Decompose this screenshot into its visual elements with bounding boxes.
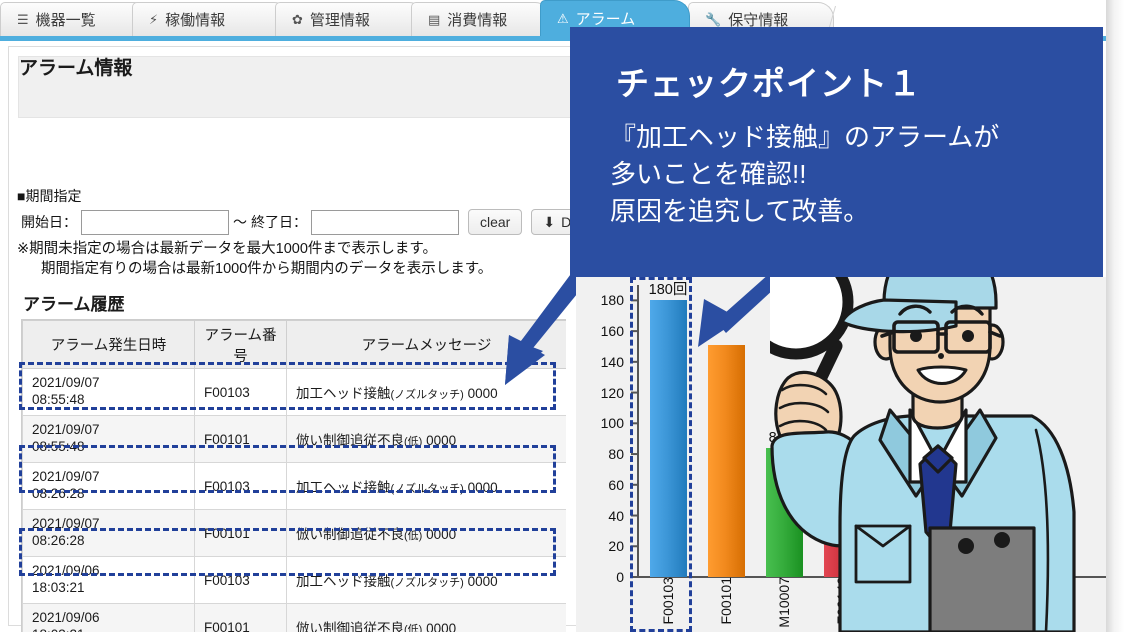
tab-label: 管理情報 xyxy=(309,12,370,29)
y-axis-tick-label: 20 xyxy=(608,538,624,555)
cell-message: 倣い制御追従不良(低) 0000 xyxy=(286,509,566,557)
callout-arrow-to-table xyxy=(505,257,599,385)
table-row[interactable]: 2021/09/0618:03:21F00101倣い制御追従不良(低) 0000 xyxy=(22,603,566,632)
cell-datetime: 2021/09/0618:03:21 xyxy=(22,556,195,604)
wrench-icon: 🔧 xyxy=(705,12,722,27)
x-axis-label: F00103 xyxy=(660,577,676,625)
y-axis: 0 20 40 60 80 100 120 140 160 180 xyxy=(584,277,624,585)
end-date-label: 終了日： xyxy=(251,214,307,230)
table-row[interactable]: 2021/09/07 08:55:48 F00101 倣い制御追従不良(低) 0000 xyxy=(22,415,566,463)
cell-code: F00101 xyxy=(194,415,287,463)
y-axis-tick-label: 40 xyxy=(608,507,624,524)
callout-line-1: 『加工ヘッド接触』のアラームが xyxy=(610,122,1000,152)
y-axis-tick-label: 120 xyxy=(600,384,624,401)
tab-shohi-joho[interactable]: ▤ 消費情報 xyxy=(411,2,551,36)
cell-code: F00103 xyxy=(194,368,287,416)
window-edge-shadow xyxy=(1106,0,1124,632)
start-date-label: 開始日： xyxy=(21,214,77,230)
battery-icon: ▤ xyxy=(428,12,441,27)
y-axis-tick-label: 80 xyxy=(608,446,624,463)
tab-kanri-joho[interactable]: ✿ 管理情報 xyxy=(275,2,425,36)
tab-label: 消費情報 xyxy=(447,12,508,29)
y-axis-tick-label: 0 xyxy=(616,569,624,585)
callout-title: チェックポイント１ xyxy=(616,65,922,102)
tab-label: アラーム xyxy=(575,11,636,28)
end-date-input[interactable] xyxy=(311,209,459,235)
cell-message: 倣い制御追従不良(低) 0000 xyxy=(286,415,566,463)
checkpoint-callout: チェックポイント１ 『加工ヘッド接触』のアラームが 多いことを確認!! 原因を追… xyxy=(570,27,1103,277)
y-axis-tick-label: 60 xyxy=(608,476,624,493)
table-body: 2021/09/07 08:55:48 F00103 加工ヘッド接触(ノズルタッチ) … xyxy=(22,368,566,632)
bolt-icon: ⚡ xyxy=(149,12,159,27)
tab-label: 稼働情報 xyxy=(165,12,226,29)
history-title: アラーム履歴 xyxy=(23,295,125,314)
callout-body: 『加工ヘッド接触』のアラームが 多いことを確認!! 原因を追究して改善。 xyxy=(610,119,1080,230)
cell-code: F00101 xyxy=(194,603,287,632)
tab-label: 機器一覧 xyxy=(35,12,96,29)
column-header-datetime: アラーム発生日時 xyxy=(22,320,195,369)
warning-icon: ⚠ xyxy=(557,11,569,26)
x-axis-label: F00101 xyxy=(718,577,734,625)
cell-message: 倣い制御追従不良(低) 0000 xyxy=(286,603,566,632)
tab-kiki-ichiran[interactable]: ☰ 機器一覧 xyxy=(0,2,150,36)
table-row[interactable]: 2021/09/06 18:03:21 F00103 加工ヘッド接触(ノズルタッチ) … xyxy=(22,556,566,604)
cell-datetime: 2021/09/07 08:55:48 xyxy=(22,415,195,463)
list-icon: ☰ xyxy=(17,12,29,27)
cell-datetime: 2021/09/07 08:26:28 xyxy=(22,462,195,510)
cell-datetime: 2021/09/07 08:55:48 xyxy=(22,368,195,416)
callout-line-3: 原因を追究して改善。 xyxy=(610,195,870,226)
cell-datetime: 2021/09/0618:03:21 xyxy=(22,603,195,632)
page-title: アラーム情報 xyxy=(19,58,133,79)
cell-message: 加工ヘッド接触(ノズルタッチ) 0000 xyxy=(286,462,566,510)
y-axis-tick-label: 180 xyxy=(600,292,624,309)
cell-code: F00101 xyxy=(194,509,287,557)
y-axis-tick-label: 100 xyxy=(600,415,624,432)
period-section-label: ■期間指定 xyxy=(17,188,82,204)
download-icon: ⬇ xyxy=(543,213,556,230)
clear-label: clear xyxy=(480,214,511,230)
y-axis-tick-label: 140 xyxy=(600,353,624,370)
y-axis-tick-label: 160 xyxy=(600,323,624,340)
table-row[interactable]: 2021/09/07 08:26:28 F00101 倣い制御追従不良(低) 0000 xyxy=(22,509,566,557)
cell-message: 加工ヘッド接触(ノズルタッチ) 0000 xyxy=(286,556,566,604)
tab-kado-joho[interactable]: ⚡ 稼働情報 xyxy=(132,2,290,36)
cell-code: F00103 xyxy=(194,462,287,510)
worker-illustration xyxy=(770,250,1076,632)
cell-code: F00103 xyxy=(194,556,287,604)
callout-line-2: 多いことを確認!! xyxy=(610,158,807,189)
period-filter-row: 開始日： ～ 終了日： clear ⬇ DL xyxy=(21,209,591,235)
clear-button[interactable]: clear xyxy=(468,209,523,235)
start-date-input[interactable] xyxy=(81,209,229,235)
cell-datetime: 2021/09/07 08:26:28 xyxy=(22,509,195,557)
table-row[interactable]: 2021/09/07 08:26:28 F00103 加工ヘッド接触(ノズルタッチ) … xyxy=(22,462,566,510)
gear-icon: ✿ xyxy=(292,12,303,27)
range-separator: ～ xyxy=(233,214,247,230)
column-header-code: アラーム番号 xyxy=(194,320,287,369)
